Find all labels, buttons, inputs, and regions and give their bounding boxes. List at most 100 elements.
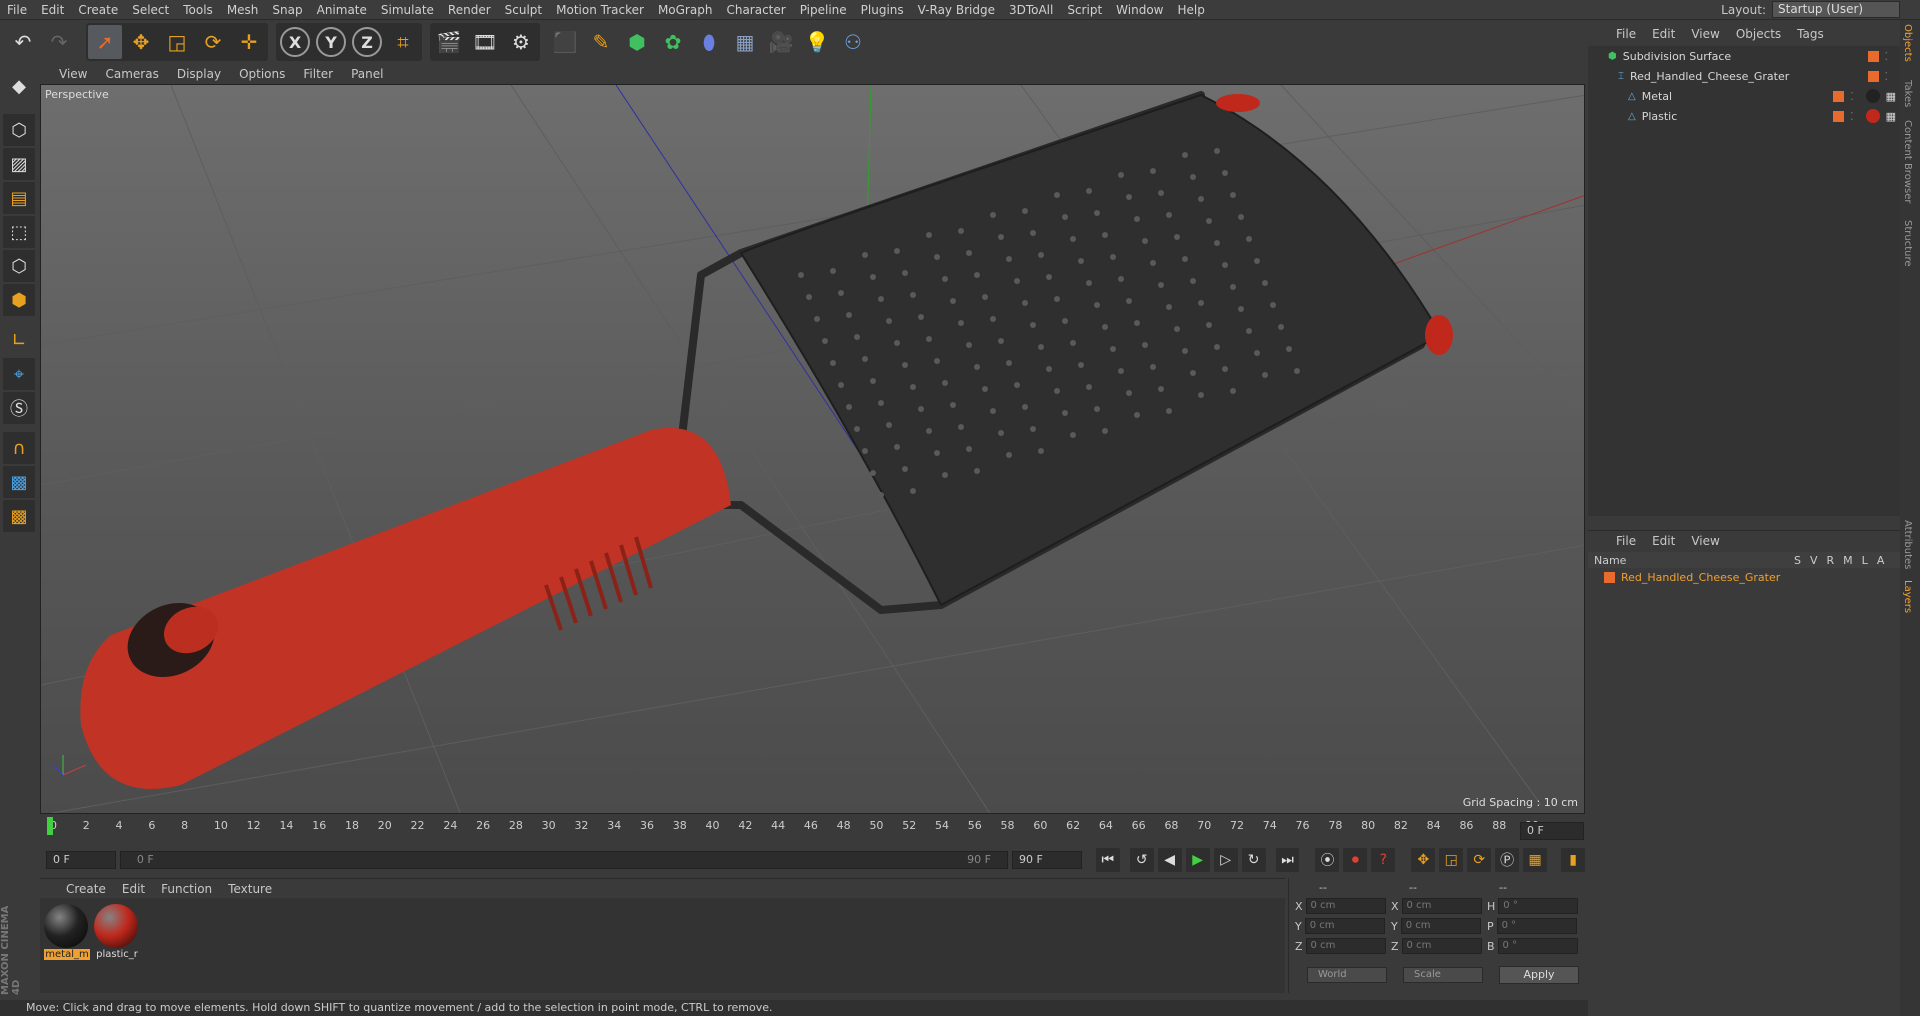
side-tab-layers[interactable]: Layers	[1902, 580, 1913, 613]
viewport-menu-options[interactable]: Options	[230, 67, 294, 81]
viewport-menu-view[interactable]: View	[50, 67, 96, 81]
uvw-tag-icon[interactable]: ▦	[1886, 110, 1896, 123]
layer-row[interactable]: Red_Handled_Cheese_Grater	[1588, 568, 1900, 586]
texture-mode-icon[interactable]: ▨	[3, 148, 35, 180]
subdivision-surface-icon[interactable]: ⬢	[620, 25, 654, 59]
viewport-menu-cameras[interactable]: Cameras	[96, 67, 167, 81]
menu-item-plugins[interactable]: Plugins	[854, 3, 911, 17]
scale-tool-icon[interactable]: ◲	[160, 25, 194, 59]
timeline-window-icon[interactable]: ▮	[1561, 848, 1586, 872]
layout-selector[interactable]: Layout: Startup (User)	[1721, 1, 1900, 18]
go-to-end-icon[interactable]: ⏭	[1275, 848, 1300, 872]
record-keys-icon[interactable]: ⦿	[1315, 848, 1340, 872]
grid-icon[interactable]: ▩	[3, 500, 35, 532]
menu-item-render[interactable]: Render	[441, 3, 498, 17]
menu-item-3dtoall[interactable]: 3DToAll	[1002, 3, 1060, 17]
playhead[interactable]	[47, 817, 53, 835]
uvw-tag-icon[interactable]: ▦	[1886, 90, 1896, 103]
timeline-ruler[interactable]: 0 2 4 6 8 10 12 14 16 18 20 22 24 26 28 30 32 34 36 38 40 42 4…	[40, 815, 1585, 843]
object-layer-swatch[interactable]	[1833, 90, 1845, 102]
edges-mode-icon[interactable]: ⬡	[3, 250, 35, 282]
python-icon[interactable]: ⚇	[836, 25, 870, 59]
material-menu-texture[interactable]: Texture	[220, 882, 280, 896]
object-layer-swatch[interactable]	[1867, 50, 1879, 62]
cloner-icon[interactable]: ✿	[656, 25, 690, 59]
go-to-start-icon[interactable]: ⏮	[1095, 848, 1120, 872]
previous-frame-icon[interactable]: ◀	[1157, 848, 1182, 872]
object-row[interactable]: △ Plastic ⁚ ▦	[1588, 106, 1900, 126]
render-settings-icon[interactable]: ⚙	[504, 25, 538, 59]
object-menu-objects[interactable]: Objects	[1728, 27, 1789, 41]
tweak-mode-icon[interactable]: ⌖	[3, 358, 35, 390]
coord-field[interactable]: 0 cm	[1400, 918, 1481, 934]
visibility-dots-icon[interactable]: ⁚	[1885, 70, 1889, 83]
layer-name[interactable]: Red_Handled_Cheese_Grater	[1621, 571, 1780, 584]
object-name[interactable]: Red_Handled_Cheese_Grater	[1630, 70, 1800, 83]
record-active-icon[interactable]: ⏺	[1343, 848, 1368, 872]
visibility-dots-icon[interactable]: ⁚	[1850, 110, 1854, 123]
object-row[interactable]: △ Metal ⁚ ▦	[1588, 86, 1900, 106]
viewport-menu-filter[interactable]: Filter	[294, 67, 342, 81]
apply-button[interactable]: Apply	[1499, 966, 1579, 984]
key-position-icon[interactable]: ✥	[1411, 848, 1436, 872]
object-name[interactable]: Subdivision Surface	[1623, 50, 1793, 63]
menu-item-script[interactable]: Script	[1060, 3, 1109, 17]
coord-field[interactable]: 0 cm	[1305, 938, 1386, 954]
key-pla-icon[interactable]: ▦	[1523, 848, 1548, 872]
visibility-dots-icon[interactable]: ⁚	[1885, 50, 1889, 63]
layout-dropdown[interactable]: Startup (User)	[1772, 1, 1900, 18]
autokey-icon[interactable]: ?	[1371, 848, 1396, 872]
coord-system-select[interactable]: World	[1307, 967, 1387, 983]
start-frame-field[interactable]: 0 F	[46, 851, 116, 869]
menu-item-create[interactable]: Create	[71, 3, 125, 17]
menu-item-file[interactable]: File	[0, 3, 34, 17]
pen-icon[interactable]: ✎	[584, 25, 618, 59]
menu-item-tools[interactable]: Tools	[176, 3, 220, 17]
menu-item-edit[interactable]: Edit	[34, 3, 71, 17]
workplane-icon[interactable]: ▤	[3, 182, 35, 214]
menu-item-mograph[interactable]: MoGraph	[651, 3, 720, 17]
select-tool-icon[interactable]: ➚	[88, 25, 122, 59]
layer-menu-view[interactable]: View	[1683, 534, 1727, 548]
menu-item-v-ray-bridge[interactable]: V-Ray Bridge	[911, 3, 1002, 17]
object-row[interactable]: ⬢ Subdivision Surface ⁚	[1588, 46, 1900, 66]
object-menu-view[interactable]: View	[1683, 27, 1727, 41]
camera-icon[interactable]: 🎥	[764, 25, 798, 59]
axis-x-button[interactable]: X	[280, 27, 310, 57]
side-tab-structure[interactable]: Structure	[1902, 220, 1913, 267]
points-mode-icon[interactable]: ⬚	[3, 216, 35, 248]
menu-item-character[interactable]: Character	[719, 3, 792, 17]
coord-field[interactable]: 0 cm	[1401, 938, 1482, 954]
undo-icon[interactable]: ↶	[6, 25, 40, 59]
menu-item-mesh[interactable]: Mesh	[220, 3, 266, 17]
snap-icon[interactable]: Ⓢ	[3, 392, 35, 424]
menu-item-simulate[interactable]: Simulate	[374, 3, 441, 17]
side-tab-attributes[interactable]: Attributes	[1902, 520, 1913, 569]
render-view-icon[interactable]: 🎬	[432, 25, 466, 59]
key-rotation-icon[interactable]: ⟳	[1467, 848, 1492, 872]
move-tool-icon[interactable]: ✥	[124, 25, 158, 59]
menu-item-sculpt[interactable]: Sculpt	[498, 3, 549, 17]
material-ball-icon[interactable]	[44, 904, 88, 948]
object-name[interactable]: Plastic	[1642, 110, 1812, 123]
material-tag-icon[interactable]	[1865, 89, 1880, 103]
light-icon[interactable]: 💡	[800, 25, 834, 59]
viewport-menu-display[interactable]: Display	[168, 67, 230, 81]
axis-z-button[interactable]: Z	[352, 27, 382, 57]
coord-type-select[interactable]: Scale	[1403, 967, 1483, 983]
cube-icon[interactable]: ⬛	[548, 25, 582, 59]
coord-field[interactable]: 0 cm	[1304, 918, 1385, 934]
coord-field[interactable]: 0 cm	[1401, 898, 1482, 914]
coord-field[interactable]: 0 °	[1498, 898, 1579, 914]
viewport-menu-panel[interactable]: Panel	[342, 67, 392, 81]
object-menu-edit[interactable]: Edit	[1644, 27, 1683, 41]
coordinate-system-icon[interactable]: ⌗	[386, 25, 420, 59]
make-editable-icon[interactable]: ◆	[3, 70, 35, 102]
material-swatch[interactable]: metal_m	[44, 904, 90, 960]
next-key-icon[interactable]: ↻	[1241, 848, 1266, 872]
magnet-icon[interactable]: ∩	[3, 432, 35, 464]
key-param-icon[interactable]: Ⓟ	[1495, 848, 1520, 872]
end-frame-field[interactable]: 90 F	[1011, 851, 1082, 869]
material-swatch[interactable]: plastic_r	[94, 904, 140, 960]
floor-icon[interactable]: ▦	[728, 25, 762, 59]
